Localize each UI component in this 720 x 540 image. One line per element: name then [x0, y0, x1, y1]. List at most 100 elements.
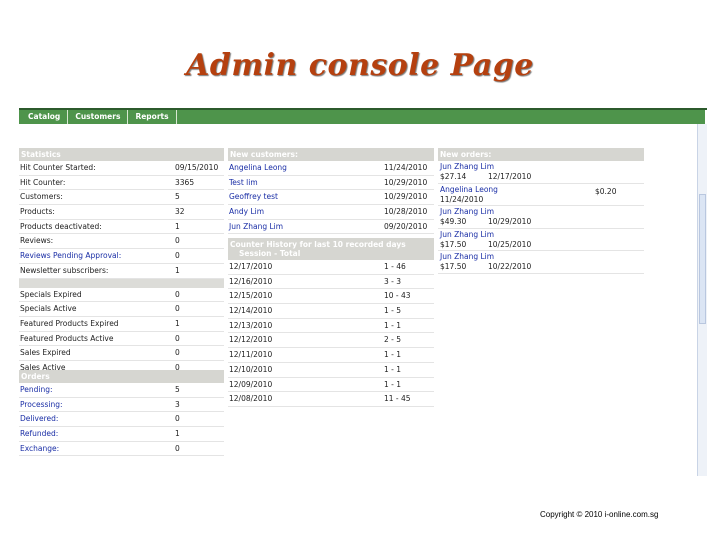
- orders-row-label[interactable]: Exchange:: [20, 442, 59, 456]
- orders-row-label[interactable]: Delivered:: [20, 412, 58, 426]
- counter-row-label: 12/08/2010: [229, 394, 273, 404]
- statistics-row-label: Customers:: [20, 192, 63, 202]
- customer-row[interactable]: Jun Zhang Lim 09/20/2010: [228, 220, 434, 235]
- counter-row-value: 11 - 45: [384, 394, 411, 404]
- statistics-row-label[interactable]: Reviews Pending Approval:: [20, 249, 121, 263]
- admin-console-screenshot: Catalog Customers Reports Statistics Hit…: [19, 108, 707, 476]
- statistics-row-value: 1: [175, 221, 180, 231]
- slide-title: Admin console Page: [186, 48, 534, 83]
- new-order-date: 10/29/2010: [488, 217, 532, 226]
- counter-row-value: 10 - 43: [384, 291, 411, 301]
- statistics-row: Hit Counter: 3365: [19, 176, 224, 191]
- customer-row-label[interactable]: Test lim: [229, 176, 258, 190]
- customer-row[interactable]: Angelina Leong 11/24/2010: [228, 161, 434, 176]
- counter-row: 12/12/2010 2 - 5: [228, 333, 434, 349]
- specials-row: Featured Products Expired 1: [19, 317, 224, 332]
- specials-row-value: 0: [175, 333, 180, 343]
- orders-row[interactable]: Exchange: 0: [19, 442, 224, 457]
- counter-row: 12/13/2010 1 - 1: [228, 319, 434, 334]
- statistics-row-label: Newsletter subscribers:: [20, 265, 109, 275]
- new-orders-header: New orders:: [438, 148, 644, 161]
- statistics-row-value: 5: [175, 192, 180, 202]
- counter-row: 12/08/2010 11 - 45: [228, 392, 434, 407]
- statistics-row: Reviews: 0: [19, 234, 224, 250]
- customer-row-label[interactable]: Geoffrey test: [229, 190, 278, 204]
- statistics-header: Statistics: [19, 148, 224, 161]
- specials-row-label: Specials Expired: [20, 289, 82, 299]
- vertical-scrollbar[interactable]: [697, 124, 707, 476]
- customer-row-label[interactable]: Andy Lim: [229, 205, 264, 219]
- counter-row: 12/11/2010 1 - 1: [228, 348, 434, 363]
- orders-row[interactable]: Pending: 5: [19, 383, 224, 398]
- statistics-row[interactable]: Reviews Pending Approval: 0: [19, 249, 224, 264]
- orders-row[interactable]: Refunded: 1: [19, 427, 224, 442]
- counter-row: 12/17/2010 1 - 46: [228, 260, 434, 275]
- new-order-name[interactable]: Jun Zhang Lim: [440, 230, 494, 240]
- new-order-row[interactable]: Jun Zhang Lim $17.50 10/25/2010: [438, 229, 644, 251]
- customer-row-value: 10/29/2010: [384, 177, 428, 187]
- customer-row-value: 11/24/2010: [384, 163, 428, 172]
- counter-row-value: 1 - 5: [384, 306, 402, 316]
- new-order-row[interactable]: Jun Zhang Lim $27.14 12/17/2010: [438, 161, 644, 184]
- specials-row-label: Featured Products Expired: [20, 318, 119, 328]
- counter-history-subtitle: Session - Total: [239, 249, 301, 258]
- orders-row[interactable]: Processing: 3: [19, 398, 224, 413]
- specials-row-value: 0: [175, 348, 180, 358]
- customer-row[interactable]: Geoffrey test 10/29/2010: [228, 190, 434, 206]
- scrollbar-thumb[interactable]: [699, 194, 706, 324]
- counter-row-value: 1 - 1: [384, 364, 402, 374]
- customer-row-label[interactable]: Angelina Leong: [229, 161, 287, 175]
- new-orders-panel: New orders: Jun Zhang Lim $27.14 12/17/201…: [438, 148, 644, 274]
- counter-row-value: 3 - 3: [384, 276, 402, 286]
- counter-row-value: 1 - 1: [384, 379, 402, 389]
- orders-row-value: 3: [175, 399, 180, 409]
- nav-customers[interactable]: Customers: [68, 110, 129, 124]
- counter-row-value: 2 - 5: [384, 335, 402, 345]
- orders-row-value: 1: [175, 429, 180, 439]
- specials-row: Specials Expired 0: [19, 288, 224, 303]
- orders-row[interactable]: Delivered: 0: [19, 412, 224, 428]
- new-order-name[interactable]: Jun Zhang Lim: [440, 207, 494, 217]
- new-order-row[interactable]: Angelina Leong $0.20 11/24/2010: [438, 184, 644, 206]
- new-order-amount: $49.30: [440, 217, 467, 226]
- statistics-row: Hit Counter Started: 09/15/2010: [19, 161, 224, 176]
- counter-row: 12/15/2010 10 - 43: [228, 289, 434, 305]
- nav-catalog[interactable]: Catalog: [19, 110, 69, 124]
- new-order-row[interactable]: Jun Zhang Lim $49.30 10/29/2010: [438, 206, 644, 229]
- statistics-separator: [19, 278, 224, 288]
- customer-row[interactable]: Test lim 10/29/2010: [228, 176, 434, 191]
- nav-reports[interactable]: Reports: [128, 110, 177, 124]
- statistics-row-value: 0: [175, 251, 180, 261]
- new-order-amount: $17.50: [440, 262, 467, 271]
- statistics-row-label: Products deactivated:: [20, 221, 102, 231]
- counter-row-label: 12/16/2010: [229, 276, 273, 286]
- statistics-panel: Statistics Hit Counter Started: 09/15/201…: [19, 148, 224, 376]
- statistics-row-value: 09/15/2010: [175, 163, 219, 172]
- counter-row-label: 12/15/2010: [229, 291, 273, 301]
- customer-row-label[interactable]: Jun Zhang Lim: [229, 220, 283, 234]
- new-order-name[interactable]: Jun Zhang Lim: [440, 162, 494, 172]
- new-order-date: 10/25/2010: [488, 239, 532, 249]
- counter-row: 12/16/2010 3 - 3: [228, 275, 434, 290]
- counter-row-label: 12/12/2010: [229, 335, 273, 345]
- nav-bar: Catalog Customers Reports: [19, 110, 705, 124]
- new-order-name[interactable]: Angelina Leong: [440, 185, 498, 195]
- counter-row-value: 1 - 1: [384, 320, 402, 330]
- specials-row-label: Sales Expired: [20, 348, 71, 358]
- orders-row-value: 0: [175, 414, 180, 424]
- customer-row[interactable]: Andy Lim 10/28/2010: [228, 205, 434, 220]
- statistics-row: Products deactivated: 1: [19, 220, 224, 235]
- counter-row-value: 1 - 46: [384, 262, 406, 271]
- orders-row-label[interactable]: Processing:: [20, 398, 63, 412]
- new-order-date: 10/22/2010: [488, 262, 532, 271]
- new-order-row[interactable]: Jun Zhang Lim $17.50 10/22/2010: [438, 251, 644, 274]
- copyright-text: Copyright © 2010 i-online.com.sg: [540, 510, 659, 519]
- new-order-name[interactable]: Jun Zhang Lim: [440, 252, 494, 262]
- counter-row-label: 12/17/2010: [229, 262, 273, 271]
- specials-row-value: 1: [175, 318, 180, 328]
- orders-row-label[interactable]: Refunded:: [20, 427, 58, 441]
- specials-row-value: 0: [175, 289, 180, 299]
- orders-row-label[interactable]: Pending:: [20, 383, 53, 397]
- statistics-row-value: 1: [175, 265, 180, 275]
- statistics-row: Newsletter subscribers: 1: [19, 264, 224, 279]
